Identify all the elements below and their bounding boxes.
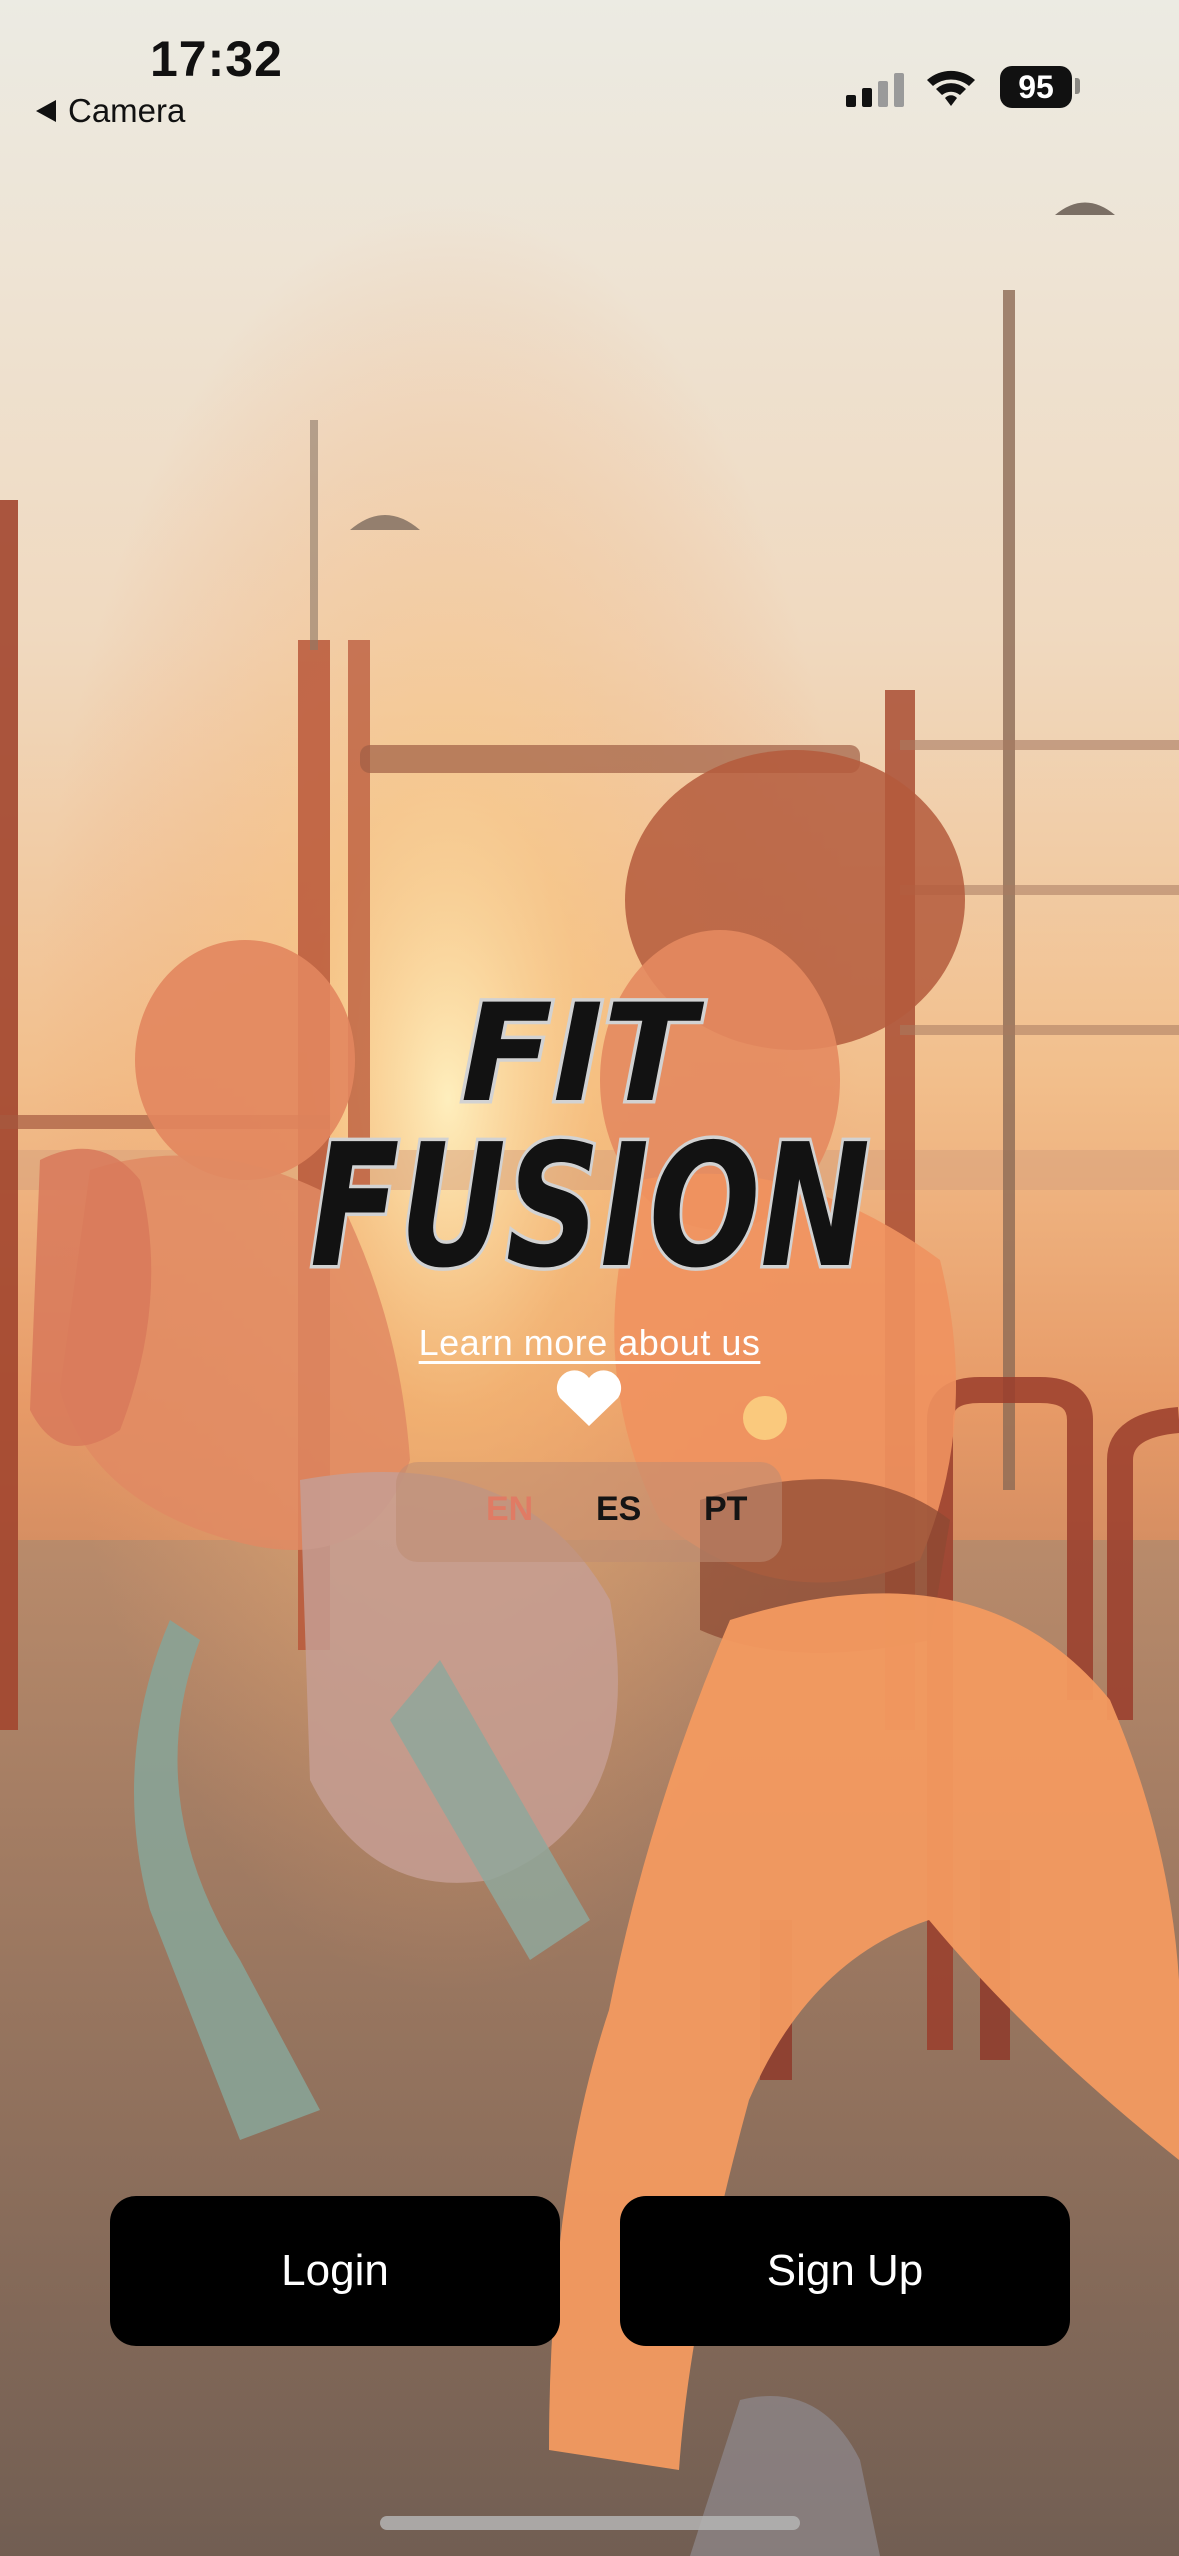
logo-line-fusion: FUSION — [310, 1108, 870, 1305]
language-selector: EN ES PT — [396, 1462, 782, 1562]
battery-icon: 95 — [1000, 66, 1072, 108]
login-button[interactable]: Login — [110, 2196, 560, 2346]
heart-icon — [556, 1370, 622, 1426]
wifi-icon — [927, 70, 975, 106]
language-option-es[interactable]: ES — [596, 1490, 641, 1529]
signup-button[interactable]: Sign Up — [620, 2196, 1070, 2346]
battery-nub — [1075, 78, 1080, 94]
back-label: Camera — [68, 92, 186, 129]
back-to-camera-link[interactable]: Camera — [36, 92, 185, 130]
home-indicator[interactable] — [380, 2516, 800, 2530]
back-arrow-icon — [36, 100, 56, 122]
language-option-en[interactable]: EN — [486, 1490, 533, 1529]
language-option-pt[interactable]: PT — [704, 1490, 747, 1529]
status-time: 17:32 — [150, 31, 283, 87]
learn-more-row: Learn more about us — [0, 1322, 1179, 1364]
fit-fusion-logo: FIT FUSION — [307, 975, 874, 1305]
learn-more-link[interactable]: Learn more about us — [419, 1322, 761, 1363]
cellular-signal-icon — [846, 73, 904, 107]
